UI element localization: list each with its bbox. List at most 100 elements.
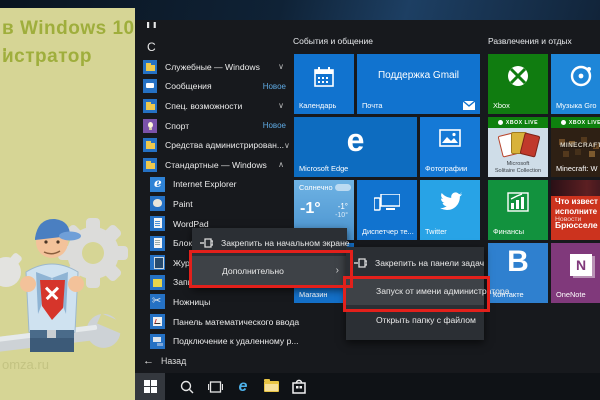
- app-list-item-messaging[interactable]: Сообщения Новое: [143, 77, 288, 97]
- app-list-item-remote-desktop[interactable]: Подключение к удаленному р...: [143, 331, 288, 351]
- context-submenu: Закрепить на панели задач Запуск от имен…: [346, 247, 484, 340]
- app-list-section-letter[interactable]: С: [147, 40, 156, 54]
- finance-chart-icon: [507, 192, 529, 212]
- internet-explorer-icon: [150, 177, 165, 192]
- app-list-item-snipping-tool[interactable]: Ножницы: [143, 292, 288, 312]
- news-photo: [551, 180, 600, 196]
- app-list-item-accessibility[interactable]: Спец. возможности ∨: [143, 96, 288, 116]
- tile-solitaire[interactable]: XBOX LIVE MicrosoftSolitaire Collection: [488, 117, 548, 177]
- journal-icon: [150, 255, 165, 270]
- tile-group-header-2[interactable]: Развлечения и отдых: [488, 36, 572, 46]
- taskbar-edge-button[interactable]: e: [229, 373, 257, 400]
- twitter-bird-icon: [437, 190, 463, 212]
- taskbar-search-button[interactable]: [173, 373, 201, 400]
- edge-icon: e: [239, 378, 248, 396]
- tile-photos[interactable]: Фотографии: [420, 117, 480, 177]
- taskbar-store-button[interactable]: [285, 373, 313, 400]
- context-menu: Закрепить на начальном экране Дополнител…: [192, 228, 347, 287]
- folder-icon: [143, 60, 157, 74]
- weather-low: -10°: [335, 212, 348, 219]
- app-list: Служебные — Windows ∨ Сообщения Новое Сп…: [143, 57, 288, 351]
- promo-panel: в Windows 10 · истратор: [0, 8, 135, 400]
- tile-calendar[interactable]: Календарь: [294, 54, 354, 114]
- app-list-item-accessories-windows[interactable]: Стандартные — Windows ∧: [143, 155, 288, 175]
- calendar-icon: [313, 66, 335, 88]
- envelope-icon: [463, 101, 475, 110]
- vkontakte-logo: B: [488, 245, 548, 279]
- pin-icon: [200, 238, 213, 248]
- cloud-icon: [335, 184, 351, 191]
- tile-finance[interactable]: Финансы: [488, 180, 548, 240]
- remote-desktop-icon: [150, 334, 165, 349]
- taskbar-file-explorer-button[interactable]: [257, 373, 285, 400]
- math-input-icon: [150, 314, 165, 329]
- menu-item-pin-to-taskbar[interactable]: Закрепить на панели задач: [346, 250, 484, 276]
- groove-music-icon: [569, 64, 593, 88]
- scissors-icon: [150, 294, 165, 309]
- taskbar-task-view-button[interactable]: [201, 373, 229, 400]
- app-list-item-system-windows[interactable]: Служебные — Windows ∨: [143, 57, 288, 77]
- back-button[interactable]: ← Назад: [143, 355, 186, 367]
- paint-icon: [150, 196, 165, 211]
- task-view-icon: [208, 381, 223, 393]
- sports-icon: [143, 119, 157, 133]
- app-list-partial-letter: П: [146, 22, 166, 35]
- search-icon: [180, 380, 194, 394]
- tile-microsoft-edge[interactable]: e Microsoft Edge: [294, 117, 417, 177]
- xbox-logo-icon: [506, 64, 530, 88]
- weather-high: -1°: [338, 202, 348, 211]
- pin-icon: [354, 258, 367, 268]
- xbox-live-ball-icon: [561, 120, 566, 125]
- back-arrow-icon: ←: [143, 355, 154, 367]
- tile-news[interactable]: Что извест исполните Новости Брюсселе: [551, 180, 600, 240]
- tile-twitter[interactable]: Twitter: [420, 180, 480, 240]
- tile-minecraft[interactable]: XBOX LIVE MINECRAFT Minecraft: W: [551, 117, 600, 177]
- xbox-live-banner: XBOX LIVE: [551, 117, 600, 128]
- new-badge: Новое: [263, 82, 288, 91]
- minecraft-logo: MINECRAFT: [551, 142, 600, 149]
- tile-mail[interactable]: Поддержка Gmail Почта: [357, 54, 480, 114]
- promo-title-line2: истратор: [2, 46, 92, 68]
- app-list-item-sports[interactable]: Спорт Новое: [143, 116, 288, 136]
- watermark-text: omza.ru: [2, 357, 49, 372]
- weather-temp: -1°: [300, 200, 321, 218]
- tile-phone-companion[interactable]: Диспетчер те...: [357, 180, 417, 240]
- onenote-icon: N: [570, 254, 592, 276]
- submenu-arrow-icon: ›: [336, 265, 339, 276]
- phone-companion-icon: [374, 194, 400, 212]
- chevron-down-icon: ∨: [278, 62, 288, 71]
- app-list-item-internet-explorer[interactable]: Internet Explorer: [143, 175, 288, 195]
- app-list-item-admin-tools[interactable]: Средства администрирован... ∨: [143, 135, 288, 155]
- messaging-icon: [143, 79, 157, 93]
- menu-item-run-as-administrator[interactable]: Запуск от имени администратора: [346, 276, 484, 305]
- tile-group-header-1[interactable]: События и общение: [293, 36, 373, 46]
- file-explorer-icon: [264, 381, 279, 392]
- new-badge: Новое: [263, 121, 288, 130]
- tile-xbox[interactable]: Xbox: [488, 54, 548, 114]
- tile-onenote[interactable]: N OneNote: [551, 243, 600, 303]
- chevron-down-icon: ∨: [284, 141, 294, 150]
- start-button[interactable]: [135, 373, 165, 400]
- taskbar: e: [135, 373, 600, 400]
- menu-item-more[interactable]: Дополнительно ›: [192, 256, 347, 285]
- windows-logo-icon: [144, 380, 157, 393]
- xbox-live-ball-icon: [498, 120, 503, 125]
- app-list-item-paint[interactable]: Paint: [143, 194, 288, 214]
- repairman-mascot-illustration: [0, 180, 142, 370]
- folder-icon: [143, 99, 157, 113]
- folder-icon: [143, 138, 157, 152]
- menu-item-open-file-location[interactable]: Открыть папку с файлом: [346, 305, 484, 335]
- store-icon: [292, 379, 306, 394]
- xbox-live-banner: XBOX LIVE: [488, 117, 548, 128]
- photos-icon: [439, 129, 461, 147]
- app-list-item-math-input-panel[interactable]: Панель математического ввода: [143, 312, 288, 332]
- wordpad-icon: [150, 216, 165, 231]
- chevron-up-icon: ∧: [278, 160, 288, 169]
- notepad-icon: [150, 236, 165, 251]
- edge-logo-icon: e: [294, 123, 417, 157]
- chevron-down-icon: ∨: [278, 101, 288, 110]
- tile-groove-music[interactable]: Музыка Gro: [551, 54, 600, 114]
- menu-item-pin-to-start[interactable]: Закрепить на начальном экране: [192, 230, 347, 256]
- folder-icon: [143, 158, 157, 172]
- solitaire-title: MicrosoftSolitaire Collection: [488, 161, 548, 174]
